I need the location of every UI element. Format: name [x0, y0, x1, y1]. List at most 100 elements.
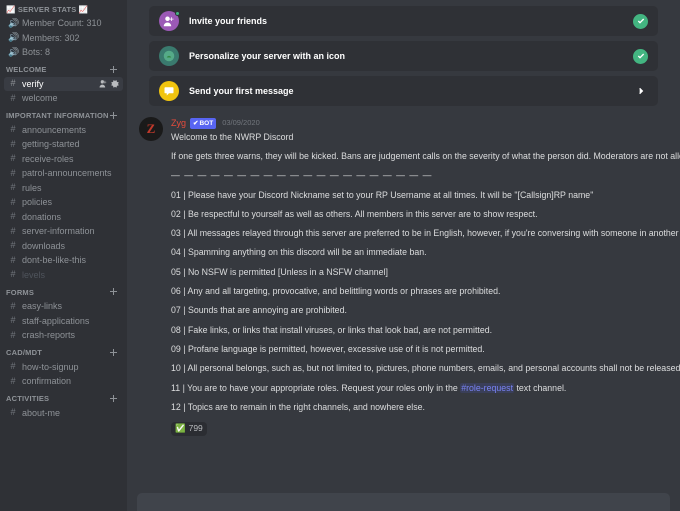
divider: — — — — — — — — — — — — — — — — — — — — — [171, 169, 680, 181]
plus-icon[interactable] — [109, 287, 119, 297]
hash-icon: # — [8, 140, 18, 149]
warn-line: If one gets three warns, they will be ki… — [171, 150, 680, 162]
rule-01: 01 | Please have your Discord Nickname s… — [171, 189, 680, 201]
check-icon — [633, 14, 648, 29]
channel-receive-roles[interactable]: #receive-roles — [0, 152, 127, 167]
welcome-line: Welcome to the NWRP Discord — [171, 131, 680, 143]
rule-12: 12 | Topics are to remain in the right c… — [171, 401, 680, 413]
hash-icon: # — [8, 331, 18, 340]
speech-icon — [159, 81, 179, 101]
channel-about-me[interactable]: #about-me — [0, 406, 127, 421]
plus-icon[interactable] — [109, 348, 119, 358]
plus-icon[interactable] — [109, 111, 119, 121]
onboarding-cards: Invite your friends Personalize your ser… — [127, 0, 680, 111]
rule-03: 03 | All messages relayed through this s… — [171, 227, 680, 239]
chevron-right-icon — [633, 84, 648, 99]
onboard-personalize[interactable]: Personalize your server with an icon — [149, 41, 658, 71]
onboard-invite[interactable]: Invite your friends — [149, 6, 658, 36]
hash-icon: # — [8, 256, 18, 265]
hash-icon: # — [8, 227, 18, 236]
server-icon — [159, 46, 179, 66]
hash-icon: # — [8, 169, 18, 178]
rule-09: 09 | Profane language is permitted, howe… — [171, 343, 680, 355]
channel-verify[interactable]: # verify — [4, 77, 123, 92]
channel-crash-reports[interactable]: #crash-reports — [0, 328, 127, 343]
channel-confirmation[interactable]: #confirmation — [0, 374, 127, 389]
invite-icon — [159, 11, 179, 31]
channel-server-information[interactable]: #server-information — [0, 224, 127, 239]
channel-welcome[interactable]: # welcome — [0, 91, 127, 106]
category-label: 📈 SERVER STATS 📈 — [6, 5, 88, 14]
hash-icon: # — [8, 408, 18, 417]
check-icon — [633, 49, 648, 64]
rule-04: 04 | Spamming anything on this discord w… — [171, 246, 680, 258]
message: Z Zyg ✔ BOT 03/09/2020 Welcome to the NW… — [127, 111, 680, 436]
plus-icon[interactable] — [109, 65, 119, 75]
rule-06: 06 | Any and all targeting, provocative,… — [171, 285, 680, 297]
onboard-first-message[interactable]: Send your first message — [149, 76, 658, 106]
reaction[interactable]: ✅ 799 — [171, 422, 207, 436]
rule-02: 02 | Be respectful to yourself as well a… — [171, 208, 680, 220]
rule-08: 08 | Fake links, or links that install v… — [171, 324, 680, 336]
hash-icon: # — [8, 377, 18, 386]
channel-getting-started[interactable]: #getting-started — [0, 137, 127, 152]
category-label: ACTIVITIES — [6, 394, 49, 403]
plus-icon[interactable] — [109, 394, 119, 404]
author-name[interactable]: Zyg — [171, 117, 186, 130]
channel-staff-applications[interactable]: #staff-applications — [0, 314, 127, 329]
category-label: IMPORTANT INFORMATION — [6, 111, 109, 120]
hash-icon: # — [8, 241, 18, 250]
category-server-stats[interactable]: 📈 SERVER STATS 📈 — [0, 0, 127, 16]
gear-icon[interactable] — [110, 79, 119, 88]
channel-downloads[interactable]: #downloads — [0, 239, 127, 254]
message-header: Zyg ✔ BOT 03/09/2020 — [171, 117, 680, 130]
rule-07: 07 | Sounds that are annoying are prohib… — [171, 304, 680, 316]
category-label: WELCOME — [6, 65, 47, 74]
message-body: Zyg ✔ BOT 03/09/2020 Welcome to the NWRP… — [171, 117, 680, 436]
avatar[interactable]: Z — [139, 117, 163, 141]
channel-policies[interactable]: #policies — [0, 195, 127, 210]
channel-easy-links[interactable]: #easy-links — [0, 299, 127, 314]
onboard-label: Invite your friends — [189, 16, 267, 26]
category-cad-mdt[interactable]: CAD/MDT — [0, 343, 127, 360]
hash-icon: # — [8, 198, 18, 207]
channel-sidebar: 📈 SERVER STATS 📈 🔊 Member Count: 310 🔊 M… — [0, 0, 127, 511]
category-welcome[interactable]: WELCOME — [0, 60, 127, 77]
channel-mention[interactable]: #role-request — [460, 383, 514, 393]
message-input[interactable] — [137, 493, 670, 511]
channel-dont-be-like-this[interactable]: #dont-be-like-this — [0, 253, 127, 268]
rule-11: 11 | You are to have your appropriate ro… — [171, 382, 680, 394]
channel-bots[interactable]: 🔊 Bots: 8 — [0, 45, 127, 60]
category-label: CAD/MDT — [6, 348, 42, 357]
hash-icon: # — [8, 125, 18, 134]
main-content: Invite your friends Personalize your ser… — [127, 0, 680, 511]
reaction-emoji: ✅ — [175, 423, 186, 435]
rule-10: 10 | All personal belongs, such as, but … — [171, 362, 680, 374]
voice-icon: 🔊 — [8, 19, 18, 28]
invite-icon[interactable] — [99, 79, 108, 88]
category-forms[interactable]: FORMS — [0, 282, 127, 299]
channel-member-count[interactable]: 🔊 Member Count: 310 — [0, 16, 127, 31]
reaction-count: 799 — [189, 423, 203, 435]
hash-icon: # — [8, 316, 18, 325]
onboard-label: Send your first message — [189, 86, 294, 96]
hash-icon: # — [8, 154, 18, 163]
category-important[interactable]: IMPORTANT INFORMATION — [0, 106, 127, 123]
category-activities[interactable]: ACTIVITIES — [0, 389, 127, 406]
bot-tag: ✔ BOT — [190, 118, 216, 129]
channel-members[interactable]: 🔊 Members: 302 — [0, 31, 127, 46]
channel-donations[interactable]: #donations — [0, 210, 127, 225]
channel-rules[interactable]: #rules — [0, 181, 127, 196]
channel-announcements[interactable]: #announcements — [0, 123, 127, 138]
channel-patrol-announcements[interactable]: #patrol-announcements — [0, 166, 127, 181]
hash-icon: # — [8, 183, 18, 192]
hash-icon: # — [8, 94, 18, 103]
rule-05: 05 | No NSFW is permitted [Unless in a N… — [171, 266, 680, 278]
hash-icon: # — [8, 79, 18, 88]
voice-icon: 🔊 — [8, 48, 18, 57]
voice-icon: 🔊 — [8, 33, 18, 42]
timestamp: 03/09/2020 — [222, 118, 260, 129]
channel-how-to-signup[interactable]: #how-to-signup — [0, 360, 127, 375]
channel-levels[interactable]: #levels — [0, 268, 127, 283]
hash-icon: # — [8, 362, 18, 371]
